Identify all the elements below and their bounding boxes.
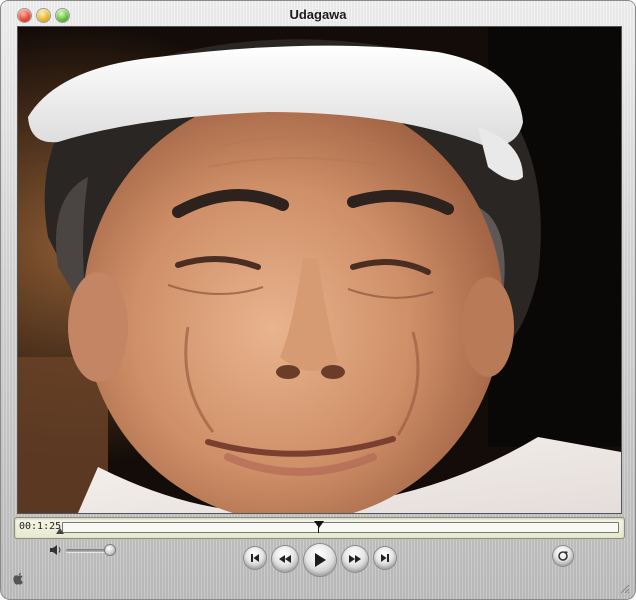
- title-bar[interactable]: Udagawa: [0, 0, 636, 26]
- rewind-button[interactable]: [272, 546, 298, 572]
- play-button[interactable]: [304, 544, 336, 576]
- scrub-track[interactable]: [62, 521, 619, 533]
- fast-forward-icon: [349, 555, 361, 563]
- volume-slider-knob[interactable]: [105, 545, 115, 555]
- skip-to-end-button[interactable]: [374, 547, 396, 569]
- rewind-icon: [279, 555, 291, 563]
- play-icon: [315, 553, 326, 567]
- playhead-stem: [318, 527, 319, 533]
- loop-icon: [558, 551, 568, 561]
- skip-to-end-icon: [381, 554, 389, 562]
- skip-to-start-icon: [251, 554, 259, 562]
- speaker-icon[interactable]: [49, 544, 63, 556]
- quicktime-player-window: Udagawa 00:1:25: [0, 0, 636, 600]
- loop-button[interactable]: [553, 546, 573, 566]
- timecode-display: 00:1:25: [19, 521, 62, 532]
- video-frame[interactable]: [18, 27, 621, 513]
- video-image-portrait: [18, 27, 621, 513]
- timeline-bar[interactable]: 00:1:25: [14, 517, 625, 539]
- playhead-marker[interactable]: [314, 521, 324, 528]
- skip-to-start-button[interactable]: [244, 547, 266, 569]
- selection-start-marker[interactable]: [56, 528, 64, 534]
- resize-grip-icon[interactable]: [618, 582, 630, 594]
- apple-icon[interactable]: [12, 572, 25, 586]
- window-title: Udagawa: [289, 7, 347, 22]
- fast-forward-button[interactable]: [342, 546, 368, 572]
